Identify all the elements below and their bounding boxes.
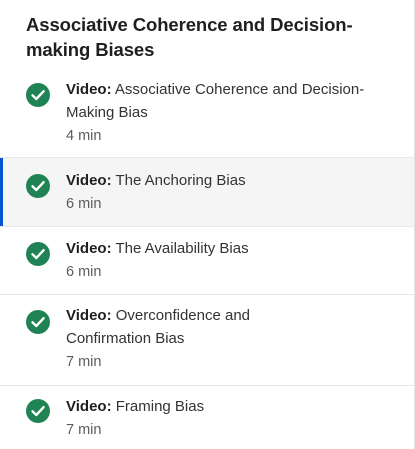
lesson-duration: 7 min (66, 422, 102, 438)
lesson-item-framing-bias[interactable]: Video: Framing Bias 7 min (0, 386, 414, 449)
lesson-type-label: Video: (66, 398, 112, 415)
module-title: Associative Coherence and Decision-makin… (26, 14, 353, 60)
lesson-text: Video: The Anchoring Bias 6 min (66, 169, 414, 216)
lesson-type-label: Video: (66, 307, 112, 324)
check-circle-icon (26, 174, 50, 198)
lesson-type-label: Video: (66, 240, 112, 257)
lesson-duration: 6 min (66, 196, 102, 212)
check-circle-icon (26, 399, 50, 423)
check-circle-icon (26, 83, 50, 107)
lesson-type-label: Video: (66, 172, 112, 189)
lesson-type-label: Video: (66, 81, 112, 98)
lesson-text: Video: Framing Bias 7 min (66, 395, 414, 442)
lesson-duration: 4 min (66, 128, 102, 144)
lesson-item-availability-bias[interactable]: Video: The Availability Bias 6 min (0, 227, 414, 294)
lesson-text: Video: Associative Coherence and Decisio… (66, 78, 414, 148)
check-circle-icon (26, 310, 50, 334)
module-item-list-panel: Associative Coherence and Decision-makin… (0, 0, 415, 449)
lesson-item-associative-coherence[interactable]: Video: Associative Coherence and Decisio… (0, 78, 414, 152)
lesson-title: Framing Bias (115, 398, 205, 415)
lesson-title: The Anchoring Bias (115, 172, 246, 189)
lesson-duration: 6 min (66, 264, 102, 280)
lesson-item-overconfidence-bias[interactable]: Video: Overconfidence and Confirmation B… (0, 295, 414, 385)
lesson-text: Video: Overconfidence and Confirmation B… (66, 304, 414, 374)
lesson-title: The Availability Bias (115, 240, 249, 257)
lesson-item-anchoring-bias[interactable]: Video: The Anchoring Bias 6 min (0, 158, 414, 226)
check-circle-icon (26, 242, 50, 266)
lesson-duration: 7 min (66, 354, 102, 370)
lesson-text: Video: The Availability Bias 6 min (66, 237, 414, 284)
